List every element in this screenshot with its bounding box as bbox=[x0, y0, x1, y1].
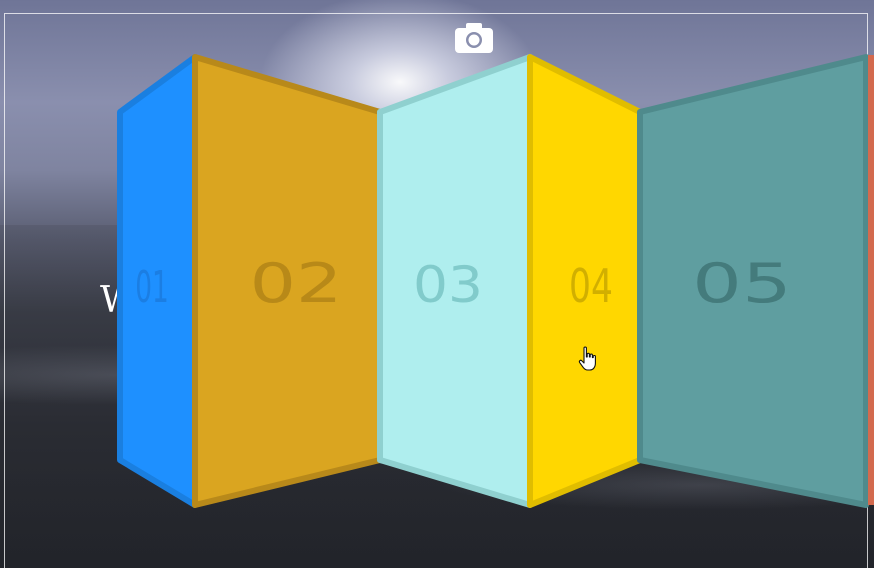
panel-03-label: 03 bbox=[413, 256, 483, 314]
panel-01[interactable]: 01 bbox=[117, 54, 198, 508]
panel-02[interactable]: 02 bbox=[192, 54, 383, 508]
accordion-fold-demo: W 01 02 03 04 05 bbox=[0, 0, 874, 568]
panel-02-label: 02 bbox=[250, 252, 343, 315]
accordion-panels: 01 02 03 04 05 bbox=[117, 54, 869, 508]
panel-03[interactable]: 03 bbox=[377, 54, 533, 508]
panel-05-label: 05 bbox=[692, 252, 792, 315]
panel-05[interactable]: 05 bbox=[637, 54, 869, 508]
hand-pointer-icon bbox=[578, 346, 596, 371]
panel-04[interactable]: 04 bbox=[527, 54, 643, 508]
panel-04-label: 04 bbox=[569, 259, 613, 313]
panel-01-label: 01 bbox=[135, 261, 169, 313]
panel-06-edge[interactable] bbox=[868, 55, 874, 505]
